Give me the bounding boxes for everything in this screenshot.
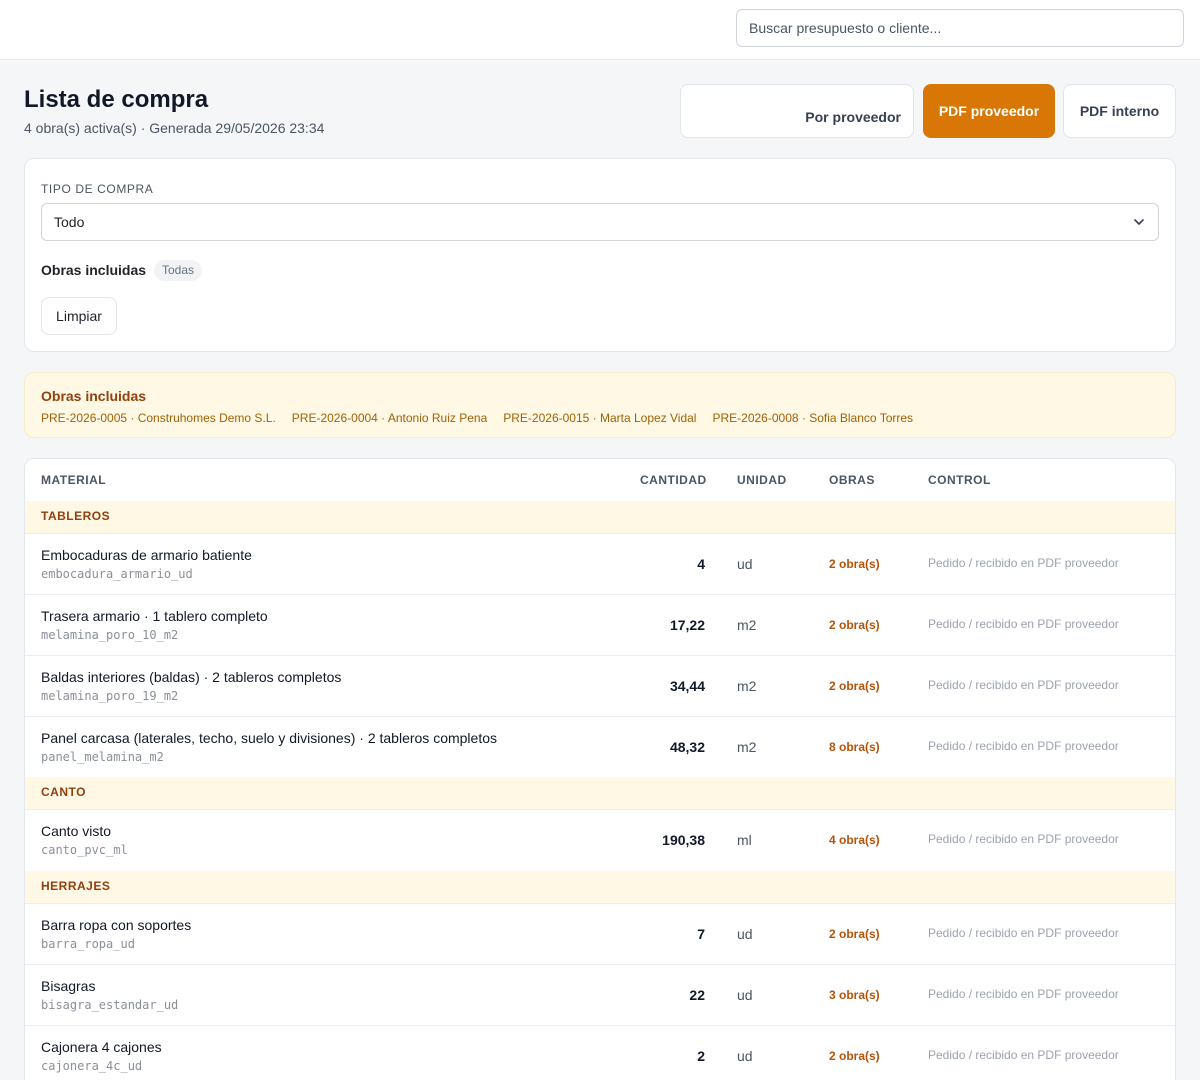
table-row[interactable]: Embocaduras de armario batiente embocadu… bbox=[25, 533, 1175, 594]
material-unit: m2 bbox=[737, 678, 757, 694]
material-code: canto_pvc_ml bbox=[41, 843, 128, 857]
material-control: Pedido / recibido en PDF proveedor bbox=[928, 739, 1119, 753]
limpiar-button[interactable]: Limpiar bbox=[41, 297, 117, 335]
material-code: melamina_poro_10_m2 bbox=[41, 628, 179, 642]
table-row[interactable]: Barra ropa con soportes barra_ropa_ud 7 … bbox=[25, 903, 1175, 964]
search-input[interactable] bbox=[736, 9, 1184, 47]
banner-obras-list: PRE-2026-0005 · Construhomes Demo S.L. P… bbox=[41, 411, 913, 425]
banner-obra-item: PRE-2026-0008 · Sofia Blanco Torres bbox=[712, 411, 914, 425]
material-name: Panel carcasa (laterales, techo, suelo y… bbox=[41, 730, 497, 746]
material-name: Cajonera 4 cajones bbox=[41, 1039, 162, 1055]
page-title: Lista de compra bbox=[24, 86, 209, 113]
page-subtitle: 4 obra(s) activa(s) · Generada 29/05/202… bbox=[24, 120, 325, 136]
category-row: CANTO bbox=[25, 777, 1175, 809]
chevron-down-icon bbox=[1134, 219, 1144, 225]
material-code: cajonera_4c_ud bbox=[41, 1059, 143, 1073]
category-row: TABLEROS bbox=[25, 501, 1175, 533]
material-name: Barra ropa con soportes bbox=[41, 917, 192, 933]
material-unit: m2 bbox=[737, 739, 757, 755]
material-control: Pedido / recibido en PDF proveedor bbox=[928, 832, 1119, 846]
material-code: melamina_poro_19_m2 bbox=[41, 689, 179, 703]
material-control: Pedido / recibido en PDF proveedor bbox=[928, 617, 1119, 631]
tipo-compra-label: TIPO DE COMPRA bbox=[41, 182, 154, 196]
banner-obra-item: PRE-2026-0005 · Construhomes Demo S.L. bbox=[41, 411, 276, 425]
table-row[interactable]: Bisagras bisagra_estandar_ud 22 ud 3 obr… bbox=[25, 964, 1175, 1025]
col-cantidad: CANTIDAD bbox=[640, 473, 707, 487]
material-control: Pedido / recibido en PDF proveedor bbox=[928, 926, 1119, 940]
material-qty: 190,38 bbox=[662, 832, 705, 848]
col-material: MATERIAL bbox=[41, 473, 107, 487]
obras-incluidas-label: Obras incluidas bbox=[41, 262, 147, 278]
banner-title: Obras incluidas bbox=[41, 388, 147, 404]
material-code: barra_ropa_ud bbox=[41, 937, 135, 951]
material-obras: 3 obra(s) bbox=[829, 988, 880, 1002]
table-row[interactable]: Panel carcasa (laterales, techo, suelo y… bbox=[25, 716, 1175, 777]
material-obras: 2 obra(s) bbox=[829, 927, 880, 941]
material-control: Pedido / recibido en PDF proveedor bbox=[928, 1048, 1119, 1062]
material-unit: ud bbox=[737, 987, 753, 1003]
material-control: Pedido / recibido en PDF proveedor bbox=[928, 678, 1119, 692]
material-name: Canto visto bbox=[41, 823, 112, 839]
material-qty: 7 bbox=[697, 926, 705, 942]
material-name: Trasera armario · 1 tablero completo bbox=[41, 608, 268, 624]
material-obras: 2 obra(s) bbox=[829, 679, 880, 693]
col-control: CONTROL bbox=[928, 473, 991, 487]
material-unit: ud bbox=[737, 1048, 753, 1064]
col-unidad: UNIDAD bbox=[737, 473, 787, 487]
banner-obra-item: PRE-2026-0004 · Antonio Ruiz Pena bbox=[291, 411, 488, 425]
pdf-proveedor-button[interactable]: PDF proveedor bbox=[923, 84, 1055, 138]
material-name: Embocaduras de armario batiente bbox=[41, 547, 252, 563]
tipo-compra-value: Todo bbox=[54, 214, 85, 230]
pdf-interno-button[interactable]: PDF interno bbox=[1063, 84, 1176, 138]
material-name: Bisagras bbox=[41, 978, 96, 994]
table-row[interactable]: Cajonera 4 cajones cajonera_4c_ud 2 ud 2… bbox=[25, 1025, 1175, 1080]
material-qty: 17,22 bbox=[669, 617, 705, 633]
material-control: Pedido / recibido en PDF proveedor bbox=[928, 556, 1119, 570]
material-control: Pedido / recibido en PDF proveedor bbox=[928, 987, 1119, 1001]
material-unit: ud bbox=[737, 926, 753, 942]
material-qty: 4 bbox=[697, 556, 705, 572]
material-name: Baldas interiores (baldas) · 2 tableros … bbox=[41, 669, 342, 685]
material-unit: ud bbox=[737, 556, 753, 572]
material-qty: 22 bbox=[689, 987, 705, 1003]
table-row[interactable]: Canto visto canto_pvc_ml 190,38 ml 4 obr… bbox=[25, 809, 1175, 870]
top-bar bbox=[0, 0, 1200, 60]
table-row[interactable]: Baldas interiores (baldas) · 2 tableros … bbox=[25, 655, 1175, 716]
table-row[interactable]: Trasera armario · 1 tablero completo mel… bbox=[25, 594, 1175, 655]
table-header: MATERIAL CANTIDAD UNIDAD OBRAS CONTROL bbox=[25, 459, 1175, 501]
material-qty: 34,44 bbox=[669, 678, 705, 694]
category-row: HERRAJES bbox=[25, 871, 1175, 903]
material-qty: 2 bbox=[697, 1048, 705, 1064]
material-code: embocadura_armario_ud bbox=[41, 567, 193, 581]
material-obras: 2 obra(s) bbox=[829, 557, 880, 571]
tipo-compra-select[interactable]: Todo bbox=[41, 203, 1159, 241]
material-obras: 4 obra(s) bbox=[829, 833, 880, 847]
material-obras: 8 obra(s) bbox=[829, 740, 880, 754]
material-code: bisagra_estandar_ud bbox=[41, 998, 179, 1012]
material-obras: 2 obra(s) bbox=[829, 1049, 880, 1063]
por-proveedor-button[interactable]: Por proveedor bbox=[680, 84, 914, 138]
obras-incluidas-banner: Obras incluidas PRE-2026-0005 · Construh… bbox=[24, 372, 1176, 438]
material-code: panel_melamina_m2 bbox=[41, 750, 164, 764]
material-obras: 2 obra(s) bbox=[829, 618, 880, 632]
materials-table: MATERIAL CANTIDAD UNIDAD OBRAS CONTROL T… bbox=[24, 458, 1176, 1080]
material-unit: ml bbox=[737, 832, 752, 848]
col-obras: OBRAS bbox=[829, 473, 875, 487]
filter-panel: TIPO DE COMPRA Todo Obras incluidas Toda… bbox=[24, 158, 1176, 352]
obras-todas-badge: Todas bbox=[154, 260, 203, 281]
banner-obra-item: PRE-2026-0015 · Marta Lopez Vidal bbox=[503, 411, 697, 425]
material-unit: m2 bbox=[737, 617, 757, 633]
material-qty: 48,32 bbox=[669, 739, 705, 755]
